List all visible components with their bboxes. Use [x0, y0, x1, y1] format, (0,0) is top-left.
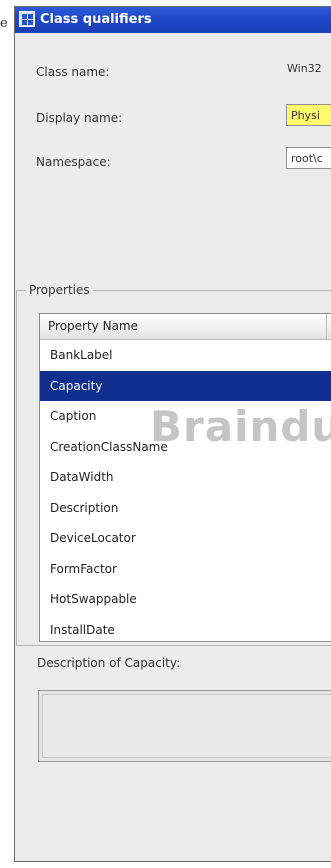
list-item[interactable]: DeviceLocator — [40, 523, 331, 553]
list-item[interactable]: HotSwappable — [40, 584, 331, 614]
properties-list[interactable]: Property Name BankLabel Capacity Caption… — [39, 313, 331, 642]
description-box[interactable] — [38, 690, 331, 762]
description-text — [42, 694, 331, 758]
list-item[interactable]: FormFactor — [40, 554, 331, 584]
list-item[interactable]: CreationClassName — [40, 432, 331, 462]
class-name-label: Class name: — [36, 65, 110, 79]
namespace-label: Namespace: — [36, 155, 111, 169]
namespace-field[interactable]: root\c — [286, 147, 331, 169]
list-item-selected[interactable]: Capacity — [40, 371, 331, 401]
list-item[interactable]: Caption — [40, 401, 331, 431]
screenshot-stage: e Class qualifiers Class name: Win32 Dis… — [0, 0, 331, 868]
list-item[interactable]: BankLabel — [40, 340, 331, 370]
class-name-value: Win32 — [287, 62, 322, 75]
display-name-field[interactable]: Physi — [286, 104, 331, 126]
window-icon — [19, 11, 35, 27]
description-label: Description of Capacity: — [37, 656, 181, 670]
edge-text: e — [0, 16, 8, 31]
column-header-secondary[interactable] — [327, 314, 331, 339]
title-bar[interactable]: Class qualifiers — [15, 7, 331, 33]
window-title: Class qualifiers — [40, 12, 152, 27]
list-header: Property Name — [40, 314, 331, 340]
list-item[interactable]: InstallDate — [40, 615, 331, 641]
properties-group-label: Properties — [26, 283, 93, 297]
list-item[interactable]: DataWidth — [40, 462, 331, 492]
column-header-property-name[interactable]: Property Name — [40, 314, 327, 339]
list-item[interactable]: Description — [40, 493, 331, 523]
display-name-label: Display name: — [36, 111, 123, 125]
